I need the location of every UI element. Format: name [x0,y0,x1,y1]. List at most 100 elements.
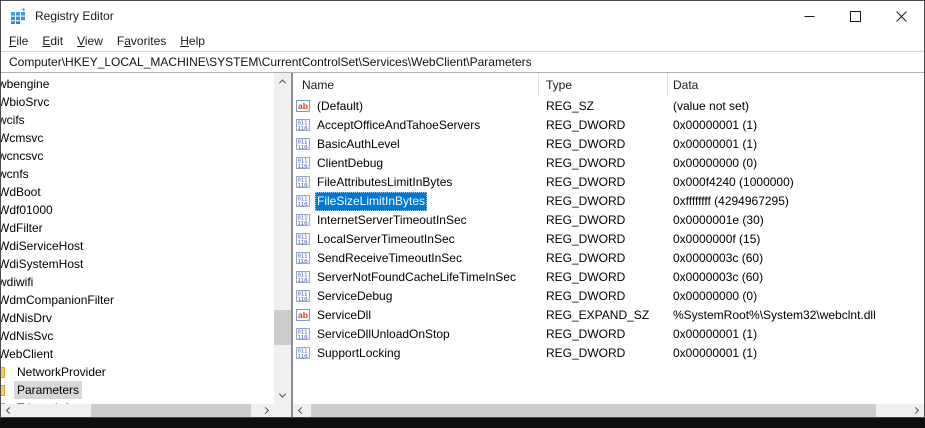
value-name: ServerNotFoundCacheLifeTimeInSec [315,268,518,287]
value-data: 0x0000000f (15) [668,230,924,249]
tree-item[interactable]: wdiwifi [1,273,274,291]
tree-item[interactable]: Wdf01000 [1,201,274,219]
scroll-up-arrow[interactable] [274,73,291,90]
values-hscroll-thumb[interactable] [311,404,876,417]
tree-item[interactable]: Parameters [1,381,274,399]
dword-value-icon: 011 110 [296,119,311,132]
menu-favorites[interactable]: Favorites [110,34,173,48]
scroll-left-arrow[interactable] [293,404,310,417]
tree-item[interactable]: WbioSrvc [1,93,274,111]
tree-item-label: WdFilter [1,219,46,237]
value-type: REG_DWORD [539,116,668,135]
value-row[interactable]: 011 110 ServiceDebug REG_DWORD 0x0000000… [293,287,924,306]
value-row[interactable]: 011 110 SendReceiveTimeoutInSec REG_DWOR… [293,249,924,268]
value-name: ServiceDll [315,306,373,325]
tree-item-label: WbioSrvc [1,93,52,111]
tree-item[interactable]: wcncsvc [1,147,274,165]
tree-items: wbengine WbioSrvc wcifs Wcmsvc wcncsvc w… [1,75,274,404]
tree-item[interactable]: WdmCompanionFilter [1,291,274,309]
minimize-button[interactable] [786,1,832,31]
value-data: 0x00000000 (0) [668,154,924,173]
tree-item-label: WdNisDrv [1,309,55,327]
tree-item[interactable]: WebClient [1,345,274,363]
tree-item[interactable]: WdBoot [1,183,274,201]
menu-help[interactable]: Help [173,34,212,48]
value-type: REG_DWORD [539,230,668,249]
registry-app-icon [10,8,27,25]
value-name: BasicAuthLevel [315,135,402,154]
tree-hscroll-thumb[interactable] [91,404,251,417]
column-header-data[interactable]: Data [668,73,924,97]
scroll-down-arrow[interactable] [274,387,291,404]
tree-horizontal-scrollbar[interactable] [1,404,274,417]
tree-item[interactable]: wcifs [1,111,274,129]
tree-item[interactable]: WdiSystemHost [1,255,274,273]
value-data: 0x00000000 (0) [668,287,924,306]
tree-item[interactable]: WdiServiceHost [1,237,274,255]
window-title: Registry Editor [35,9,114,23]
list-header: Name Type Data [293,73,924,97]
value-row[interactable]: ab (Default) REG_SZ (value not set) [293,97,924,116]
tree-item[interactable]: WdFilter [1,219,274,237]
value-type: REG_DWORD [539,325,668,344]
dword-value-icon: 011 110 [296,176,311,189]
menu-edit[interactable]: Edit [35,34,70,48]
dword-value-icon: 011 110 [296,157,311,170]
value-row[interactable]: 011 110 ServerNotFoundCacheLifeTimeInSec… [293,268,924,287]
titlebar: Registry Editor [1,1,924,31]
address-bar[interactable]: Computer\HKEY_LOCAL_MACHINE\SYSTEM\Curre… [1,51,924,73]
tree-vscroll-thumb[interactable] [274,310,291,345]
value-name: InternetServerTimeoutInSec [315,211,469,230]
value-data: 0x0000003c (60) [668,249,924,268]
value-name: SupportLocking [315,344,402,363]
tree-item[interactable]: NetworkProvider [1,363,274,381]
value-name: FileAttributesLimitInBytes [315,173,454,192]
menu-view[interactable]: View [70,34,110,48]
maximize-button[interactable] [832,1,878,31]
dword-value-icon: 011 110 [296,347,311,360]
scroll-right-arrow[interactable] [257,404,274,417]
svg-text:110: 110 [298,164,308,170]
scroll-left-arrow[interactable] [1,404,18,417]
value-row[interactable]: 011 110 FileAttributesLimitInBytes REG_D… [293,173,924,192]
value-type: REG_SZ [539,97,668,116]
value-row[interactable]: 011 110 AcceptOfficeAndTahoeServers REG_… [293,116,924,135]
tree-vertical-scrollbar[interactable] [274,73,291,404]
tree-item[interactable]: WdNisSvc [1,327,274,345]
value-row[interactable]: 011 110 InternetServerTimeoutInSec REG_D… [293,211,924,230]
tree-item-label: Wdf01000 [1,201,56,219]
svg-text:110: 110 [298,126,308,132]
tree-item[interactable]: wbengine [1,75,274,93]
value-type: REG_DWORD [539,135,668,154]
tree-item[interactable]: wcnfs [1,165,274,183]
value-name: (Default) [315,97,365,116]
values-horizontal-scrollbar[interactable] [293,404,924,417]
value-row[interactable]: 011 110 BasicAuthLevel REG_DWORD 0x00000… [293,135,924,154]
svg-text:ab: ab [298,101,308,111]
column-header-type[interactable]: Type [539,73,668,97]
tree-item[interactable]: Wcmsvc [1,129,274,147]
value-row[interactable]: 011 110 ClientDebug REG_DWORD 0x00000000… [293,154,924,173]
value-row[interactable]: 011 110 ServiceDllUnloadOnStop REG_DWORD… [293,325,924,344]
scroll-right-arrow[interactable] [907,404,924,417]
menu-file[interactable]: File [2,34,35,48]
value-row[interactable]: 011 110 FileSizeLimitInBytes REG_DWORD 0… [293,192,924,211]
tree-item-label: wcncsvc [1,147,46,165]
value-type: REG_DWORD [539,154,668,173]
tree-item-label: wbengine [1,75,52,93]
close-button[interactable] [878,1,924,31]
menubar: File Edit View Favorites Help [1,31,924,51]
tree-item-label: WdmCompanionFilter [1,291,117,309]
value-row[interactable]: ab ServiceDll REG_EXPAND_SZ %SystemRoot%… [293,306,924,325]
dword-value-icon: 011 110 [296,195,311,208]
column-header-name[interactable]: Name [293,73,539,97]
svg-text:110: 110 [298,202,308,208]
tree-item[interactable]: WdNisDrv [1,309,274,327]
svg-text:110: 110 [298,297,308,303]
tree-item-label: WdBoot [1,183,44,201]
value-data: 0x00000001 (1) [668,135,924,154]
dword-value-icon: 011 110 [296,328,311,341]
tree-item-label: WdiSystemHost [1,255,86,273]
value-row[interactable]: 011 110 SupportLocking REG_DWORD 0x00000… [293,344,924,363]
value-row[interactable]: 011 110 LocalServerTimeoutInSec REG_DWOR… [293,230,924,249]
